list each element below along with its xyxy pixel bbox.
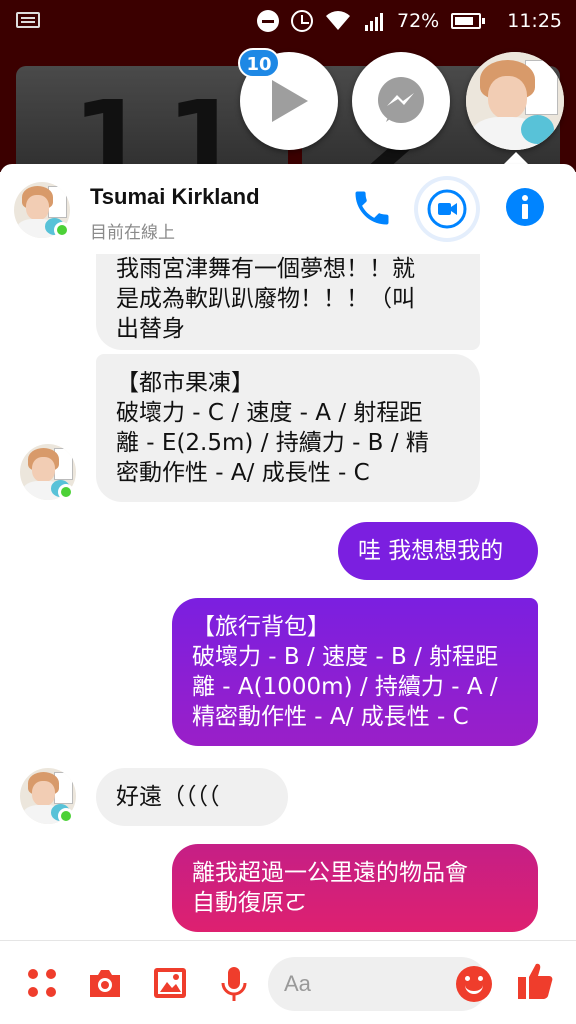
message-line: 破壞力 - B / 速度 - B / 射程距 [192,644,499,670]
emoji-icon[interactable] [456,966,492,1002]
contact-chat-head[interactable] [466,52,564,150]
online-indicator [58,484,74,500]
apps-grid-icon [28,969,56,997]
messenger-icon [378,77,424,123]
gallery-button[interactable] [152,965,188,1001]
message-line: 離 - E(2.5m) / 持續力 - B / 精 [116,430,429,456]
message-input[interactable] [284,967,434,1001]
message-line: 出替身 [116,316,185,342]
message-line: 我雨宮津舞有一個夢想！！就 [116,256,415,282]
online-indicator [54,222,70,238]
message-line: 是成為軟趴趴廢物！！！（叫 [116,286,415,312]
message-bubble-incoming[interactable]: 我雨宮津舞有一個夢想！！就 是成為軟趴趴廢物！！！（叫 出替身 [96,254,480,350]
status-time: 11:25 [507,10,562,32]
battery-icon [451,13,486,29]
message-line: 【都市果凍】 [116,370,254,396]
message-bubble-incoming[interactable]: 【都市果凍】 破壞力 - C / 速度 - A / 射程距 離 - E(2.5m… [96,354,480,502]
play-icon [272,80,308,122]
message-bubble-outgoing[interactable]: 離我超過一公里遠的物品會 自動復原ㄛ [172,844,538,932]
presence-status: 目前在線上 [90,223,175,243]
unread-badge: 10 [238,48,280,78]
conversation-header: Tsumai Kirkland 目前在線上 [0,164,576,254]
video-camera-icon [427,189,467,229]
gallery-icon [154,968,186,998]
signal-icon [365,13,383,31]
message-line: 【旅行背包】 [192,614,330,640]
online-indicator [58,808,74,824]
message-composer [0,940,576,1024]
message-input-container[interactable] [268,957,492,1011]
message-bubble-outgoing[interactable]: 【旅行背包】 破壞力 - B / 速度 - B / 射程距 離 - A(1000… [172,598,538,746]
notification-icon [16,12,40,28]
message-line: 離 - A(1000m) / 持續力 - A / [192,674,498,700]
chat-head-pointer [504,152,528,164]
do-not-disturb-icon [257,10,279,32]
alarm-icon [291,10,313,32]
message-line: 自動復原ㄛ [192,890,307,916]
avatar [466,52,564,150]
microphone-icon [221,967,247,1001]
message-line: 好遠（（（（ [116,784,220,810]
message-line: 離我超過一公里遠的物品會 [192,860,468,886]
conversation-info-button[interactable] [504,186,548,230]
info-icon [506,188,544,226]
status-bar: 72% 11:25 [0,0,576,42]
status-icons: 72% 11:25 [257,6,562,36]
contact-name[interactable]: Tsumai Kirkland [90,184,260,210]
camera-button[interactable] [86,965,122,1001]
phone-icon [355,191,389,225]
voice-message-button[interactable] [216,965,252,1001]
message-bubble-outgoing[interactable]: 哇 我想想我的 [338,522,538,580]
message-line: 精密動作性 - A/ 成長性 - C [192,704,469,730]
thumbs-up-icon [518,963,553,999]
message-line: 密動作性 - A/ 成長性 - C [116,460,370,486]
camera-icon [90,970,120,997]
message-list[interactable]: 我雨宮津舞有一個夢想！！就 是成為軟趴趴廢物！！！（叫 出替身 【都市果凍】 破… [0,254,576,940]
voice-call-button[interactable] [350,186,394,230]
message-bubble-incoming[interactable]: 好遠（（（（ [96,768,288,826]
wifi-icon [326,11,350,30]
message-line: 破壞力 - C / 速度 - A / 射程距 [116,400,423,426]
messenger-chat-head[interactable] [352,52,450,150]
video-call-button[interactable] [418,180,476,238]
apps-button[interactable] [24,965,60,1001]
like-button[interactable] [516,961,553,999]
battery-percent: 72% [397,10,440,32]
message-line: 哇 我想想我的 [358,538,504,564]
